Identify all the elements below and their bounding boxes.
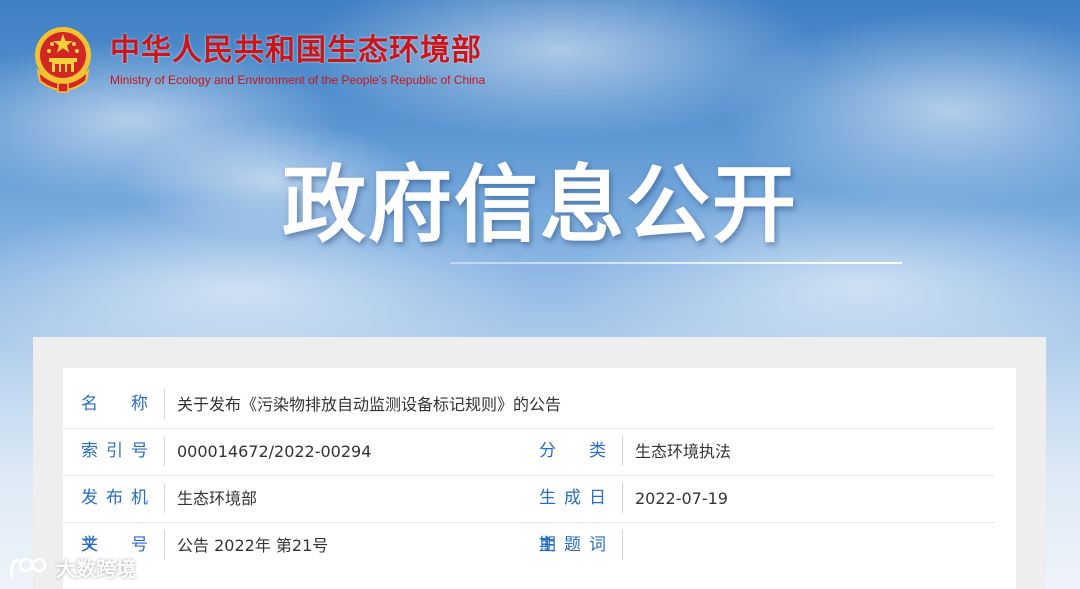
date-value: 2022-07-19 [635,489,728,508]
category-label: 分 类 [539,441,606,461]
banner-underline [450,262,902,264]
index-label: 索引号 [81,441,148,461]
divider [622,436,623,466]
banner-title: 政府信息公开 [281,156,798,254]
watermark-text: 大数跨境 [56,557,136,581]
info-row-issuer: 发布机关 生态环境部 生成日期 2022-07-19 [63,475,995,555]
issuer-label: 发布机关 [81,488,148,555]
document-info-table: 名 称 关于发布《污染物排放自动监测设备标记规则》的公告 索引号 0000146… [63,368,1016,589]
divider [164,389,165,419]
info-row-index: 索引号 000014672/2022-00294 分 类 生态环境执法 [63,428,995,476]
index-value: 000014672/2022-00294 [177,442,372,461]
ministry-name-cn[interactable]: 中华人民共和国生态环境部 [110,33,485,69]
watermark-logo-icon [10,557,47,577]
category-value: 生态环境执法 [635,442,732,461]
name-value: 关于发布《污染物排放自动监测设备标记规则》的公告 [177,395,562,414]
subject-label: 主题词 [539,535,606,555]
doc-number-value: 公告 2022年 第21号 [177,536,329,555]
site-header[interactable]: 中华人民共和国生态环境部 Ministry of Ecology and Env… [30,24,485,96]
issuer-value: 生态环境部 [177,489,258,508]
divider [164,530,165,560]
divider [164,483,165,513]
name-label: 名 称 [81,394,148,414]
date-label: 生成日期 [539,488,606,555]
ministry-name-en: Ministry of Ecology and Environment of t… [110,73,486,87]
national-emblem-icon [35,27,91,93]
divider [622,530,623,560]
page: 中华人民共和国生态环境部 Ministry of Ecology and Env… [0,0,1080,589]
info-row-doc-number: 文 号 公告 2022年 第21号 主题词 [63,522,995,569]
divider [622,483,623,513]
watermark: 大数跨境 [8,553,136,582]
divider [164,436,165,466]
info-row-name: 名 称 关于发布《污染物排放自动监测设备标记规则》的公告 [63,381,995,429]
